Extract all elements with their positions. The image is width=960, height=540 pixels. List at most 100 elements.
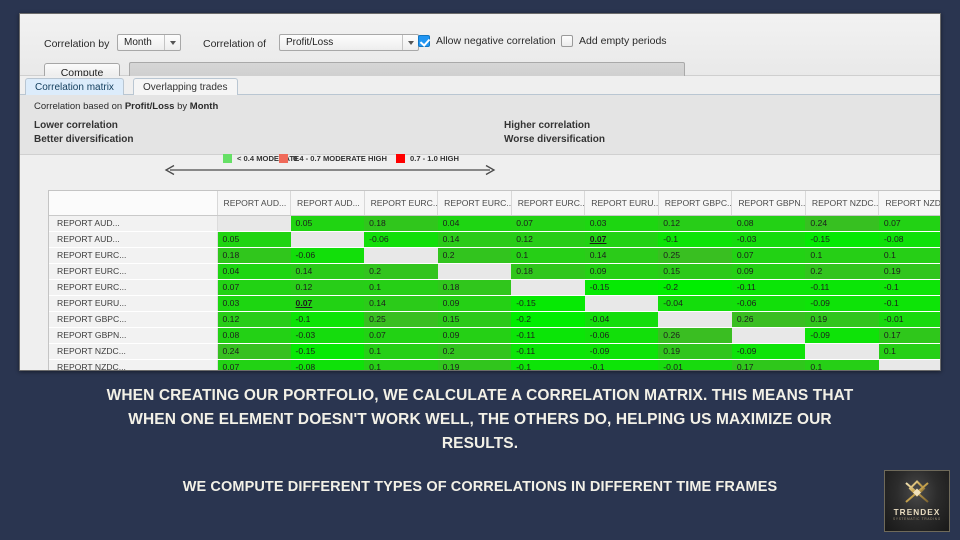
matrix-column-header[interactable]: REPORT NZDC... <box>805 191 880 216</box>
matrix-cell[interactable]: -0.04 <box>658 295 732 312</box>
matrix-row-header[interactable]: REPORT GBPN... <box>49 327 218 344</box>
table-row[interactable]: REPORT NZDC... 0.07 -0.08 0.1 0.19 -0.1 -0.1 -0… <box>49 359 940 370</box>
matrix-cell[interactable]: -0.06 <box>364 231 438 248</box>
matrix-cell[interactable]: 0.07 <box>511 215 585 232</box>
correlation-matrix-table[interactable]: REPORT AUD... REPORT AUD... REPORT EURC...… <box>48 190 940 370</box>
matrix-cell[interactable]: -0.09 <box>731 343 806 360</box>
matrix-cell[interactable]: 0.24 <box>805 215 879 232</box>
matrix-cell[interactable]: 0.24 <box>217 343 291 360</box>
matrix-cell[interactable]: -0.08 <box>878 231 940 248</box>
matrix-cell[interactable]: 0.07 <box>878 215 940 232</box>
tab-overlapping-trades[interactable]: Overlapping trades <box>133 78 238 96</box>
matrix-cell[interactable]: 0.1 <box>805 247 879 264</box>
matrix-cell[interactable]: 0.1 <box>805 359 879 370</box>
matrix-cell[interactable]: -0.1 <box>658 231 732 248</box>
matrix-row-header[interactable]: REPORT EURC... <box>49 247 218 264</box>
matrix-cell[interactable]: -0.06 <box>290 247 365 264</box>
matrix-cell[interactable]: 0.12 <box>658 215 732 232</box>
matrix-cell[interactable]: 0.1 <box>364 343 438 360</box>
matrix-cell[interactable]: 0.17 <box>731 359 806 370</box>
matrix-cell[interactable]: 0.07 <box>290 295 365 312</box>
matrix-cell[interactable]: -0.15 <box>511 295 585 312</box>
matrix-cell[interactable]: 0.19 <box>658 343 732 360</box>
table-row[interactable]: REPORT EURC... 0.18 -0.06 0.2 0.1 0.14 0.25 0.0… <box>49 247 940 264</box>
matrix-cell[interactable]: 0.07 <box>584 231 659 248</box>
matrix-cell[interactable] <box>805 343 879 360</box>
matrix-cell[interactable]: 0.18 <box>437 279 512 296</box>
table-row[interactable]: REPORT EURU... 0.03 0.07 0.14 0.09 -0.15 -0.04… <box>49 295 940 312</box>
matrix-cell[interactable]: 0.18 <box>511 263 585 280</box>
matrix-cell[interactable]: -0.11 <box>805 279 879 296</box>
matrix-cell[interactable]: 0.04 <box>217 263 291 280</box>
matrix-cell[interactable] <box>217 215 291 232</box>
matrix-column-header[interactable]: REPORT GBPC... <box>658 191 733 216</box>
matrix-cell[interactable]: 0.03 <box>217 295 291 312</box>
matrix-cell[interactable]: 0.25 <box>364 311 438 328</box>
correlation-of-dropdown[interactable]: Profit/Loss <box>279 34 419 51</box>
matrix-cell[interactable]: 0.03 <box>584 215 659 232</box>
matrix-cell[interactable]: 0.17 <box>878 327 940 344</box>
matrix-cell[interactable]: -0.06 <box>731 295 806 312</box>
matrix-cell[interactable]: -0.09 <box>805 295 879 312</box>
matrix-cell[interactable]: 0.26 <box>658 327 732 344</box>
matrix-cell[interactable]: 0.19 <box>437 359 512 370</box>
matrix-row-header[interactable]: REPORT AUD... <box>49 215 218 232</box>
matrix-cell[interactable]: 0.14 <box>290 263 365 280</box>
matrix-row-header[interactable]: REPORT AUD... <box>49 231 218 248</box>
matrix-cell[interactable]: -0.15 <box>584 279 659 296</box>
matrix-cell[interactable]: 0.1 <box>878 247 940 264</box>
matrix-cell[interactable]: 0.2 <box>437 247 512 264</box>
matrix-cell[interactable]: 0.26 <box>731 311 806 328</box>
matrix-cell[interactable]: 0.1 <box>364 279 438 296</box>
matrix-cell[interactable]: -0.08 <box>290 359 365 370</box>
chevron-down-icon[interactable] <box>164 35 180 50</box>
matrix-cell[interactable]: -0.09 <box>805 327 879 344</box>
matrix-cell[interactable]: -0.11 <box>731 279 806 296</box>
checkbox-checked-icon[interactable] <box>418 35 430 47</box>
matrix-cell[interactable]: 0.05 <box>290 215 365 232</box>
table-row[interactable]: REPORT GBPN... 0.08 -0.03 0.07 0.09 -0.11 -0.0… <box>49 327 940 344</box>
matrix-cell[interactable]: 0.1 <box>511 247 585 264</box>
matrix-cell[interactable]: 0.19 <box>878 263 940 280</box>
matrix-cell[interactable]: -0.01 <box>878 311 940 328</box>
matrix-cell[interactable]: -0.1 <box>511 359 585 370</box>
matrix-cell[interactable]: -0.1 <box>584 359 659 370</box>
matrix-cell[interactable]: 0.15 <box>437 311 512 328</box>
matrix-cell[interactable]: -0.15 <box>290 343 365 360</box>
matrix-cell[interactable]: 0.14 <box>584 247 659 264</box>
matrix-column-header[interactable]: REPORT EURU... <box>584 191 659 216</box>
matrix-cell[interactable]: 0.2 <box>364 263 438 280</box>
matrix-cell[interactable]: 0.08 <box>217 327 291 344</box>
matrix-column-header[interactable]: REPORT EURC... <box>437 191 512 216</box>
add-empty-periods-checkbox[interactable]: Add empty periods <box>561 35 667 47</box>
matrix-cell[interactable]: -0.06 <box>584 327 659 344</box>
matrix-cell[interactable]: 0.07 <box>217 279 291 296</box>
matrix-cell[interactable]: 0.19 <box>805 311 879 328</box>
matrix-cell[interactable]: 0.07 <box>217 359 291 370</box>
matrix-cell[interactable]: -0.15 <box>805 231 879 248</box>
matrix-cell[interactable] <box>584 295 659 312</box>
table-row[interactable]: REPORT EURC... 0.04 0.14 0.2 0.18 0.09 0.15 0.0… <box>49 263 940 280</box>
matrix-cell[interactable]: 0.09 <box>731 263 806 280</box>
table-row[interactable]: REPORT EURC... 0.07 0.12 0.1 0.18 -0.15 -0.2 -0… <box>49 279 940 296</box>
matrix-cell[interactable] <box>511 279 585 296</box>
matrix-cell[interactable]: 0.09 <box>584 263 659 280</box>
matrix-cell[interactable]: -0.04 <box>584 311 659 328</box>
matrix-cell[interactable] <box>658 311 732 328</box>
table-row[interactable]: REPORT GBPC... 0.12 -0.1 0.25 0.15 -0.2 -0.04 0… <box>49 311 940 328</box>
matrix-cell[interactable]: 0.1 <box>364 359 438 370</box>
matrix-cell[interactable]: 0.09 <box>437 327 512 344</box>
matrix-cell[interactable]: -0.11 <box>511 343 585 360</box>
matrix-cell[interactable]: 0.08 <box>731 215 806 232</box>
matrix-column-header[interactable]: REPORT EURC... <box>364 191 439 216</box>
matrix-cell[interactable]: 0.2 <box>805 263 879 280</box>
matrix-cell[interactable]: -0.1 <box>878 279 940 296</box>
matrix-cell[interactable]: 0.2 <box>437 343 512 360</box>
matrix-cell[interactable]: 0.14 <box>364 295 438 312</box>
matrix-cell[interactable]: -0.1 <box>878 295 940 312</box>
matrix-row-header[interactable]: REPORT EURC... <box>49 279 218 296</box>
matrix-cell[interactable] <box>731 327 806 344</box>
matrix-cell[interactable]: -0.01 <box>658 359 732 370</box>
matrix-cell[interactable] <box>364 247 438 264</box>
matrix-cell[interactable]: 0.07 <box>364 327 438 344</box>
